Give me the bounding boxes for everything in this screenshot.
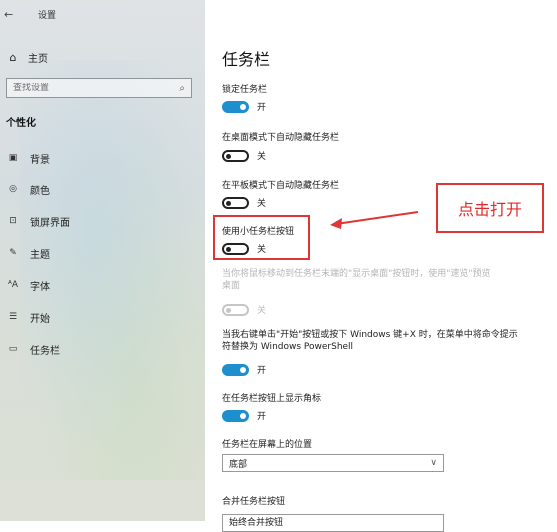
annotation-callout: 点击打开 — [436, 183, 544, 233]
callout-text: 点击打开 — [457, 200, 522, 219]
annotation-arrow-icon — [330, 211, 419, 229]
